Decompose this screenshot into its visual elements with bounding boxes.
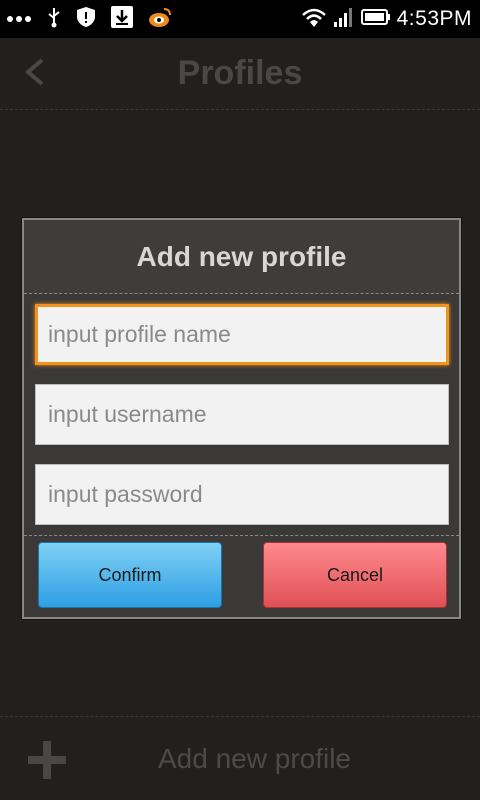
add-profile-dialog: Add new profile Confirm Cancel <box>22 218 461 619</box>
download-icon <box>110 5 134 34</box>
wifi-icon <box>301 6 327 33</box>
cancel-button[interactable]: Cancel <box>263 542 447 608</box>
header: Profiles <box>0 38 480 110</box>
weibo-icon <box>148 6 172 33</box>
dialog-header: Add new profile <box>24 220 459 294</box>
usb-icon <box>46 6 62 33</box>
plus-icon <box>26 741 68 785</box>
status-bar: 4:53PM <box>0 0 480 38</box>
add-profile-label[interactable]: Add new profile <box>158 743 351 775</box>
battery-icon <box>360 7 391 32</box>
password-input[interactable] <box>35 464 449 525</box>
confirm-button[interactable]: Confirm <box>38 542 222 608</box>
page-title: Profiles <box>177 54 303 92</box>
add-profile-button[interactable] <box>26 739 68 781</box>
dialog-divider <box>24 535 459 536</box>
more-dots-icon <box>6 10 32 28</box>
dialog-title: Add new profile <box>136 241 347 272</box>
profile-name-input[interactable] <box>35 304 449 365</box>
footer: Add new profile <box>0 716 480 800</box>
signal-icon <box>333 6 355 33</box>
shield-icon <box>76 6 96 33</box>
username-input[interactable] <box>35 384 449 445</box>
clock: 4:53PM <box>396 7 472 30</box>
